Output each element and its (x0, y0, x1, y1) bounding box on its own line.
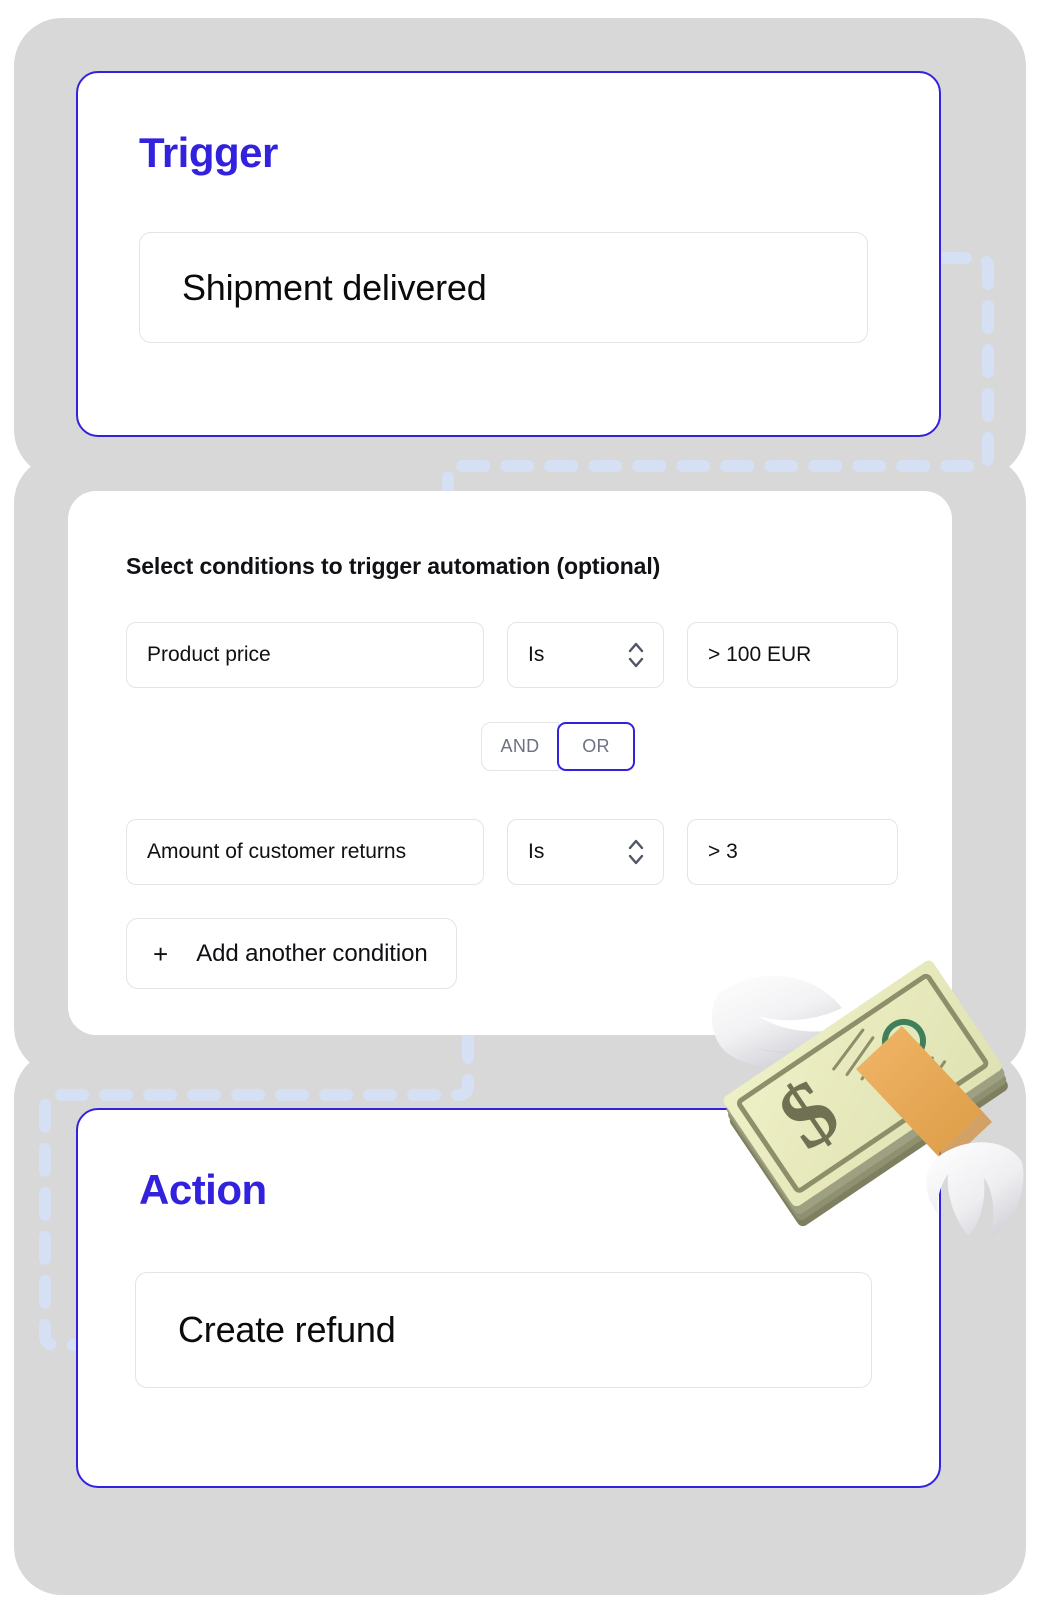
action-card: Action Create refund (76, 1108, 941, 1488)
add-another-condition-label: Add another condition (196, 939, 428, 967)
action-select-value: Create refund (178, 1309, 396, 1350)
condition-field-select[interactable]: Product price (126, 622, 484, 688)
condition-operator-select[interactable]: Is (507, 622, 664, 688)
condition-value-text: > 100 EUR (708, 643, 812, 666)
action-select[interactable]: Create refund (135, 1272, 872, 1388)
action-title: Action (139, 1166, 267, 1213)
trigger-select[interactable]: Shipment delivered (139, 232, 868, 343)
condition-value-input[interactable]: > 100 EUR (687, 622, 898, 688)
logic-toggle: AND OR (481, 722, 635, 771)
condition-operator-value: Is (528, 840, 545, 863)
trigger-card: Trigger Shipment delivered (76, 71, 941, 437)
condition-value-input[interactable]: > 3 (687, 819, 898, 885)
condition-row: Amount of customer returns Is > 3 (126, 819, 898, 885)
trigger-select-value: Shipment delivered (182, 266, 487, 308)
condition-row: Product price Is > 100 EUR (126, 622, 898, 688)
plus-icon: + (153, 938, 169, 969)
add-another-condition-button[interactable]: + Add another condition (126, 918, 457, 989)
condition-operator-value: Is (528, 643, 545, 666)
conditions-card: Select conditions to trigger automation … (68, 491, 952, 1035)
logic-toggle-or[interactable]: OR (557, 722, 635, 771)
condition-field-value: Amount of customer returns (147, 840, 407, 863)
condition-field-select[interactable]: Amount of customer returns (126, 819, 484, 885)
conditions-heading: Select conditions to trigger automation … (126, 553, 661, 579)
condition-value-text: > 3 (708, 840, 738, 863)
condition-field-value: Product price (147, 643, 271, 666)
trigger-title: Trigger (139, 129, 278, 176)
chevron-up-down-icon (627, 837, 663, 867)
chevron-up-down-icon (627, 640, 663, 670)
logic-toggle-and[interactable]: AND (481, 722, 559, 771)
condition-operator-select[interactable]: Is (507, 819, 664, 885)
